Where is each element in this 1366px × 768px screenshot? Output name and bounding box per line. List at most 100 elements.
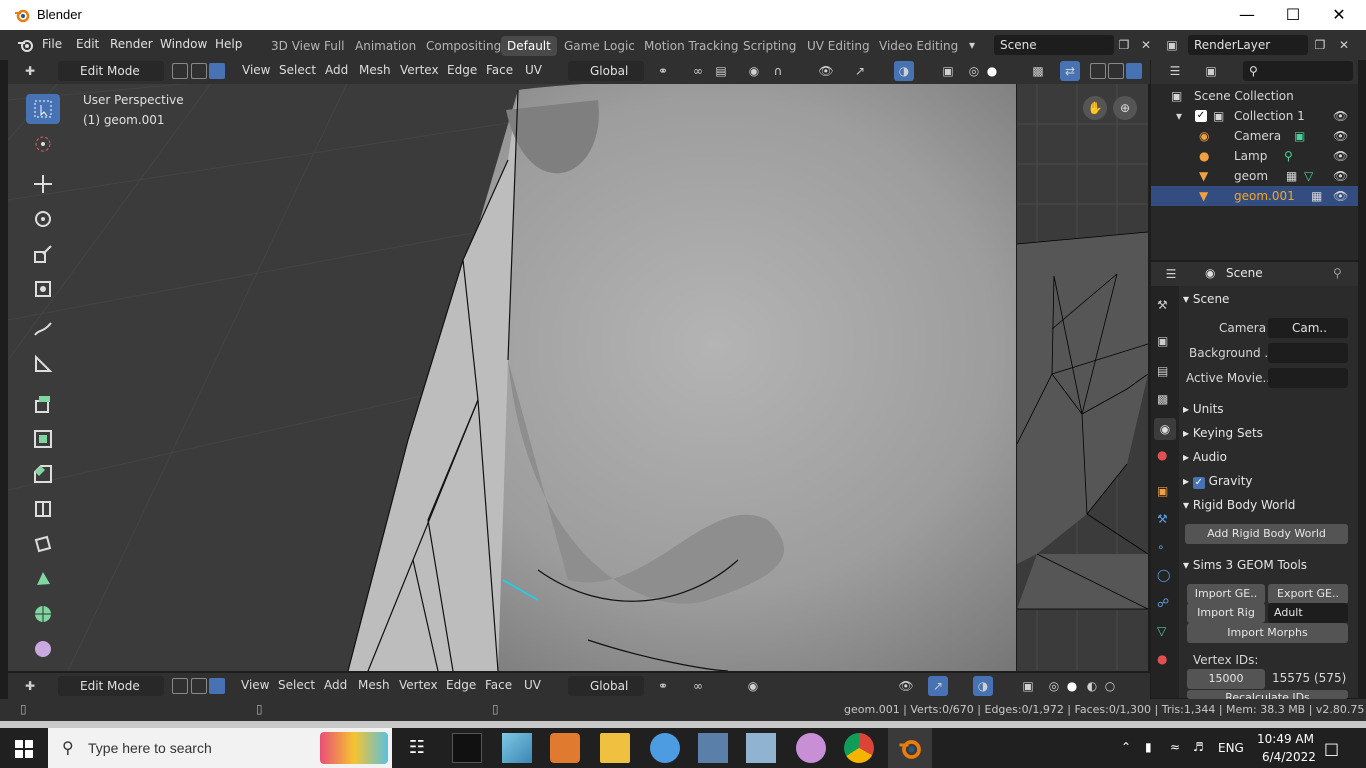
eye-icon[interactable]: 👁 xyxy=(1333,106,1348,126)
active-movie-field[interactable] xyxy=(1268,368,1348,388)
windows-start-icon[interactable] xyxy=(15,740,33,758)
smooth-tool[interactable] xyxy=(26,634,60,664)
edge-select-toggle-bottom[interactable] xyxy=(191,678,207,694)
bottom-menu-face[interactable]: Face xyxy=(485,678,512,692)
gizmo-icon[interactable]: ↗ xyxy=(850,61,870,81)
tab-scripting[interactable]: Scripting xyxy=(737,36,802,56)
material-tab-icon[interactable]: ● xyxy=(1157,652,1167,666)
tool-tab-icon[interactable]: ⚒ xyxy=(1157,298,1168,312)
blender-menu-icon[interactable] xyxy=(17,37,35,53)
outliner-editor-type-icon[interactable]: ☰ xyxy=(1165,61,1185,81)
outliner-scene-collection[interactable]: ▣ Scene Collection xyxy=(1151,86,1358,106)
notifications-icon[interactable]: □ xyxy=(1324,739,1339,758)
panel-scene-header[interactable]: ▾ Scene xyxy=(1183,288,1351,310)
select-box-tool[interactable] xyxy=(26,94,60,124)
menu-help[interactable]: Help xyxy=(215,37,242,51)
bottom-menu-vertex[interactable]: Vertex xyxy=(399,678,438,692)
vertex-id-start-field[interactable]: 15000 xyxy=(1187,669,1265,689)
eye-icon[interactable]: 👁 xyxy=(1333,146,1348,166)
edge-select-toggle[interactable] xyxy=(191,63,207,79)
move-tool[interactable] xyxy=(26,169,60,199)
collection-checkbox[interactable]: ✓ xyxy=(1195,110,1207,122)
rotate-tool[interactable] xyxy=(26,204,60,234)
maximize-button[interactable]: ☐ xyxy=(1270,0,1316,30)
app-icon-7[interactable] xyxy=(746,733,776,763)
pin-icon[interactable]: ⚲ xyxy=(1333,266,1342,280)
loop-cut-tool[interactable] xyxy=(26,494,60,524)
scale-tool[interactable] xyxy=(26,239,60,269)
editor-type-icon[interactable]: ✚ xyxy=(20,61,40,81)
new-renderlayer-icon[interactable]: ❐ xyxy=(1310,35,1330,55)
uv-editor[interactable]: ✋ ⊕ xyxy=(1017,84,1148,671)
expand-arrow-icon[interactable]: ▾ xyxy=(1176,106,1182,126)
add-rigid-body-world-button[interactable]: Add Rigid Body World xyxy=(1185,524,1348,544)
rendered-shading-icon-bottom[interactable]: ○ xyxy=(1100,676,1120,696)
view-layer-icon[interactable]: ▣ xyxy=(1162,35,1182,55)
bottom-menu-mesh[interactable]: Mesh xyxy=(358,678,390,692)
world-tab-icon[interactable]: ● xyxy=(1157,448,1167,462)
panel-rigid-body-header[interactable]: ▾ Rigid Body World xyxy=(1183,494,1351,516)
app-icon-2[interactable] xyxy=(502,733,532,763)
menu-window[interactable]: Window xyxy=(160,37,207,51)
calculator-icon[interactable] xyxy=(698,733,728,763)
wireframe-shading-icon[interactable]: ◎ xyxy=(964,61,984,81)
overlays-icon-bottom[interactable]: ◑ xyxy=(973,676,993,696)
properties-editor-type-icon[interactable]: ☰ xyxy=(1161,264,1181,284)
modifier-tab-icon[interactable]: ⚒ xyxy=(1157,512,1168,526)
clock-time[interactable]: 10:49 AM xyxy=(1257,732,1314,746)
camera-field[interactable]: Cam.. xyxy=(1268,318,1348,338)
bottom-menu-select[interactable]: Select xyxy=(278,678,315,692)
tab-uv-editing[interactable]: UV Editing xyxy=(801,36,876,56)
face-select-toggle-bottom[interactable] xyxy=(209,678,225,694)
close-button[interactable]: ✕ xyxy=(1316,0,1362,30)
delete-scene-icon[interactable]: ✕ xyxy=(1136,35,1156,55)
xray-icon[interactable]: ▣ xyxy=(938,61,958,81)
mode-dropdown-bottom[interactable]: Edit Mode xyxy=(58,676,164,696)
panel-gravity-header[interactable]: ▸ ✓ Gravity xyxy=(1183,470,1351,492)
eye-icon[interactable]: 👁 xyxy=(1333,126,1348,146)
pan-hand-icon[interactable]: ✋ xyxy=(1083,96,1107,120)
header-menu-vertex[interactable]: Vertex xyxy=(400,63,439,77)
volume-icon[interactable]: ♬ xyxy=(1193,740,1204,754)
clock-date[interactable]: 6/4/2022 xyxy=(1262,750,1316,764)
header-menu-mesh[interactable]: Mesh xyxy=(359,63,391,77)
uv-vertex-toggle[interactable] xyxy=(1090,63,1106,79)
bevel-tool[interactable] xyxy=(26,459,60,489)
rig-type-dropdown[interactable]: Adult xyxy=(1268,603,1348,623)
outliner-item-camera[interactable]: ◉ Camera ▣ 👁 xyxy=(1151,126,1358,146)
uv-edge-toggle[interactable] xyxy=(1108,63,1124,79)
bottom-menu-add[interactable]: Add xyxy=(324,678,347,692)
xray-icon-bottom[interactable]: ▣ xyxy=(1018,676,1038,696)
measure-tool[interactable] xyxy=(26,349,60,379)
panel-keying-sets-header[interactable]: ▸ Keying Sets xyxy=(1183,422,1351,444)
gizmo-icon-bottom[interactable]: ↗ xyxy=(928,676,948,696)
solid-shading-icon-bottom[interactable]: ● xyxy=(1062,676,1082,696)
poly-build-tool[interactable] xyxy=(26,564,60,594)
outliner-search-field[interactable]: ⚲ xyxy=(1243,61,1353,81)
recalculate-ids-button[interactable]: Recalculate IDs xyxy=(1187,690,1348,699)
display-mode-icon[interactable]: ▣ xyxy=(1201,61,1221,81)
bottom-menu-uv[interactable]: UV xyxy=(524,678,541,692)
overlays-icon[interactable]: ◑ xyxy=(894,61,914,81)
orientation-dropdown-bottom[interactable]: Global xyxy=(568,676,644,696)
tab-animation[interactable]: Animation xyxy=(349,36,422,56)
uv-sync-icon[interactable]: ⇄ xyxy=(1060,61,1080,81)
file-explorer-icon[interactable] xyxy=(600,733,630,763)
background-field[interactable] xyxy=(1268,343,1348,363)
transform-tool[interactable] xyxy=(26,274,60,304)
header-menu-add[interactable]: Add xyxy=(325,63,348,77)
terminal-app-icon[interactable] xyxy=(452,733,482,763)
pivot-icon-bottom[interactable]: ⚭ xyxy=(653,676,673,696)
import-geom-button[interactable]: Import GE.. xyxy=(1187,584,1265,604)
proportional-edit-icon[interactable]: ◉ xyxy=(744,61,764,81)
material-shading-icon-bottom[interactable]: ◐ xyxy=(1082,676,1102,696)
scene-field[interactable]: Scene xyxy=(994,35,1114,55)
menu-render[interactable]: Render xyxy=(110,37,153,51)
falloff-icon[interactable]: ∩ xyxy=(768,61,788,81)
tray-chevron-icon[interactable]: ⌃ xyxy=(1121,740,1131,754)
zoom-icon[interactable]: ⊕ xyxy=(1113,96,1137,120)
tab-3d-view-full[interactable]: 3D View Full xyxy=(265,36,351,56)
wifi-icon[interactable]: ≈ xyxy=(1170,740,1180,754)
extrude-tool[interactable] xyxy=(26,389,60,419)
header-menu-select[interactable]: Select xyxy=(279,63,316,77)
